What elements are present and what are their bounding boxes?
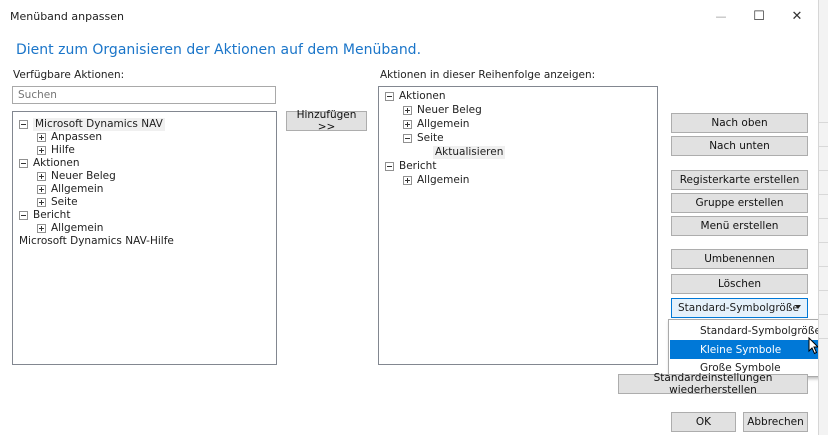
ok-button[interactable]: OK bbox=[671, 412, 736, 432]
create-menu-button[interactable]: Menü erstellen bbox=[671, 216, 808, 236]
divider bbox=[819, 266, 828, 267]
collapse-icon[interactable] bbox=[385, 162, 394, 171]
tree-item-label: Microsoft Dynamics NAV-Hilfe bbox=[19, 235, 174, 247]
expand-icon[interactable] bbox=[403, 106, 412, 115]
tree-item[interactable]: Aktionen bbox=[385, 90, 446, 103]
tree-item[interactable]: Allgemein bbox=[403, 118, 469, 131]
tree-item[interactable]: Microsoft Dynamics NAV-Hilfe bbox=[19, 235, 174, 248]
close-button[interactable]: ✕ bbox=[778, 0, 816, 32]
divider bbox=[819, 122, 828, 123]
tree-item[interactable]: Seite bbox=[403, 132, 444, 145]
tree-item-label: Hilfe bbox=[51, 144, 75, 156]
expand-icon[interactable] bbox=[37, 172, 46, 181]
window-title: Menüband anpassen bbox=[10, 10, 125, 23]
tree-item[interactable]: Bericht bbox=[19, 209, 70, 222]
close-icon: ✕ bbox=[791, 8, 803, 24]
divider bbox=[819, 170, 828, 171]
expand-icon[interactable] bbox=[403, 120, 412, 129]
divider bbox=[819, 242, 828, 243]
tree-item[interactable]: Neuer Beleg bbox=[37, 170, 116, 183]
expand-icon[interactable] bbox=[37, 224, 46, 233]
tree-item-label: Aktualisieren bbox=[433, 146, 506, 159]
tree-item[interactable]: Anpassen bbox=[37, 131, 102, 144]
available-actions-label: Verfügbare Aktionen: bbox=[13, 69, 125, 81]
delete-button[interactable]: Löschen bbox=[671, 274, 808, 294]
rename-button[interactable]: Umbenennen bbox=[671, 249, 808, 269]
option-small-icons[interactable]: Kleine Symbole bbox=[670, 340, 825, 359]
create-tab-button[interactable]: Registerkarte erstellen bbox=[671, 170, 808, 190]
tree-item[interactable]: Allgemein bbox=[37, 183, 103, 196]
divider bbox=[819, 314, 828, 315]
collapse-icon[interactable] bbox=[403, 134, 412, 143]
icon-size-dropdown: Standard-Symbolgröße Kleine Symbole Groß… bbox=[668, 319, 827, 377]
reset-defaults-button[interactable]: Standardeinstellungen wiederherstellen bbox=[618, 372, 808, 396]
expand-icon[interactable] bbox=[37, 198, 46, 207]
tree-item-label: Seite bbox=[51, 196, 78, 208]
move-up-button[interactable]: Nach oben bbox=[671, 113, 808, 133]
maximize-button[interactable]: ☐ bbox=[740, 0, 778, 32]
icon-size-select-value: Standard-Symbolgröße bbox=[678, 302, 799, 314]
divider bbox=[819, 146, 828, 147]
tree-item-label: Neuer Beleg bbox=[417, 104, 482, 116]
tree-item-label: Anpassen bbox=[51, 131, 102, 143]
page-heading: Dient zum Organisieren der Aktionen auf … bbox=[16, 42, 422, 58]
collapse-icon[interactable] bbox=[385, 92, 394, 101]
tree-item-label: Neuer Beleg bbox=[51, 170, 116, 182]
tree-item[interactable]: Neuer Beleg bbox=[403, 104, 482, 117]
tree-item[interactable]: Hilfe bbox=[37, 144, 75, 157]
tree-item[interactable]: Allgemein bbox=[37, 222, 103, 235]
chevron-down-icon bbox=[795, 305, 801, 309]
create-group-button[interactable]: Gruppe erstellen bbox=[671, 193, 808, 213]
divider bbox=[819, 290, 828, 291]
icon-size-select[interactable]: Standard-Symbolgröße bbox=[671, 298, 808, 318]
minimize-button[interactable]: — bbox=[702, 0, 740, 32]
tree-item-label: Aktionen bbox=[33, 157, 80, 169]
tree-item-label: Allgemein bbox=[51, 183, 104, 195]
divider bbox=[819, 194, 828, 195]
tree-item[interactable]: Bericht bbox=[385, 160, 436, 173]
tree-item-label: Bericht bbox=[399, 160, 437, 172]
move-down-button[interactable]: Nach unten bbox=[671, 136, 808, 156]
collapse-icon[interactable] bbox=[19, 159, 28, 168]
maximize-icon: ☐ bbox=[753, 8, 765, 24]
tree-item-label: Allgemein bbox=[417, 174, 470, 186]
display-order-tree[interactable]: Aktionen Neuer Beleg Allgemein Seite Aktuali… bbox=[378, 86, 658, 365]
add-button[interactable]: Hinzufügen >> bbox=[286, 109, 367, 133]
expand-icon[interactable] bbox=[403, 176, 412, 185]
tree-item[interactable]: Seite bbox=[37, 196, 78, 209]
divider bbox=[819, 338, 828, 339]
cancel-button[interactable]: Abbrechen bbox=[743, 412, 808, 432]
tree-item-label: Seite bbox=[417, 132, 444, 144]
tree-item-label: Allgemein bbox=[417, 118, 470, 130]
collapse-icon[interactable] bbox=[19, 211, 28, 220]
collapse-icon[interactable] bbox=[19, 120, 28, 129]
tree-item[interactable]: Allgemein bbox=[403, 174, 469, 187]
option-standard-icon-size[interactable]: Standard-Symbolgröße bbox=[670, 321, 825, 340]
expand-icon[interactable] bbox=[37, 146, 46, 155]
minimize-icon: — bbox=[715, 9, 727, 23]
display-order-label: Aktionen in dieser Reihenfolge anzeigen: bbox=[380, 69, 596, 81]
tree-item-label: Bericht bbox=[33, 209, 71, 221]
expand-icon[interactable] bbox=[37, 185, 46, 194]
tree-item[interactable]: Aktualisieren bbox=[433, 146, 506, 159]
search-input[interactable] bbox=[12, 86, 276, 104]
expand-icon[interactable] bbox=[37, 133, 46, 142]
tree-item[interactable]: Microsoft Dynamics NAV bbox=[19, 118, 165, 131]
tree-item-label: Microsoft Dynamics NAV bbox=[33, 118, 165, 131]
tree-item-label: Aktionen bbox=[399, 90, 446, 102]
divider bbox=[819, 218, 828, 219]
tree-item[interactable]: Aktionen bbox=[19, 157, 80, 170]
available-actions-tree[interactable]: Microsoft Dynamics NAV Anpassen Hilfe Aktio… bbox=[12, 111, 277, 365]
tree-item-label: Allgemein bbox=[51, 222, 104, 234]
